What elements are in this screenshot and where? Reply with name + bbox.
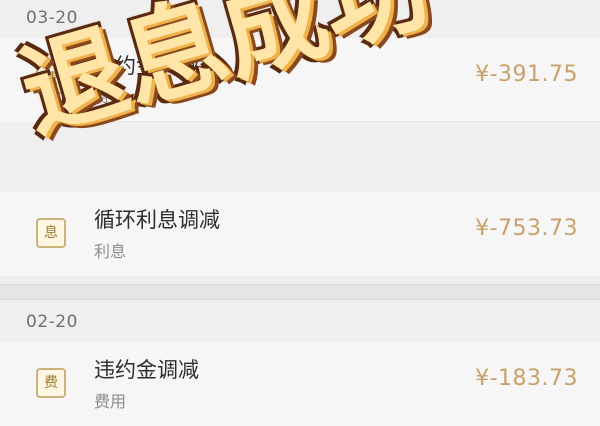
transaction-subtitle: 费用	[94, 88, 127, 107]
fee-icon: 费	[36, 368, 66, 398]
section-separator	[0, 284, 600, 300]
transaction-amount: ¥-753.73	[475, 216, 578, 241]
transaction-amount: ¥-391.75	[475, 62, 578, 87]
date-header: 03-20	[26, 8, 78, 28]
transaction-title: 违约金调减	[94, 54, 199, 78]
transaction-row[interactable]: 息 循环利息调减 利息 ¥-753.73	[0, 192, 600, 276]
transaction-row[interactable]: 费 违约金调减 费用 ¥-391.75	[0, 38, 600, 122]
date-header: 02-20	[26, 312, 78, 332]
transaction-amount: ¥-183.73	[475, 366, 578, 391]
interest-icon: 息	[36, 218, 66, 248]
transaction-subtitle: 费用	[94, 392, 127, 411]
transaction-subtitle: 利息	[94, 242, 127, 261]
transaction-list: 03-20 费 违约金调减 费用 ¥-391.75 息 循环利息调减 利息 ¥-…	[0, 0, 600, 426]
transaction-title: 循环利息调减	[94, 208, 220, 232]
transaction-row[interactable]: 费 违约金调减 费用 ¥-183.73	[0, 342, 600, 426]
row-divider	[94, 121, 600, 122]
fee-icon: 费	[36, 64, 66, 94]
transaction-title: 违约金调减	[94, 358, 199, 382]
